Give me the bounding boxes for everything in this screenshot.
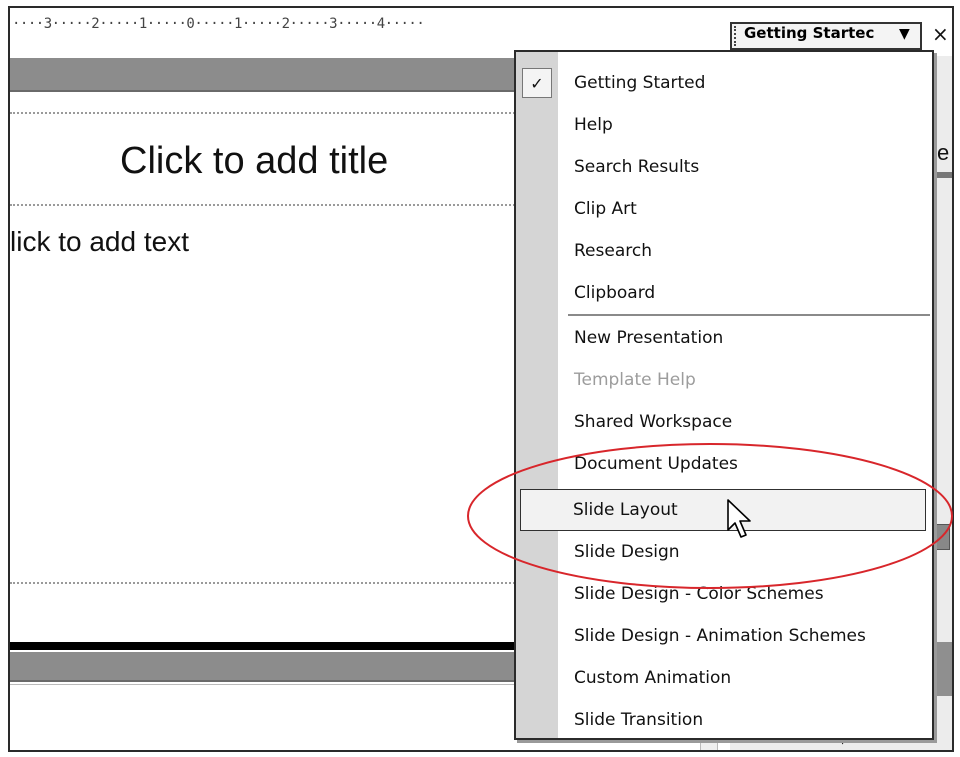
menu-item-label: Slide Layout — [573, 500, 678, 520]
title-placeholder-text: Click to add title — [120, 140, 389, 182]
menu-item-research[interactable]: Research — [516, 230, 932, 272]
menu-item-label: Research — [574, 241, 652, 261]
slide-bottom-edge — [10, 642, 518, 650]
close-icon[interactable]: × — [932, 22, 949, 46]
menu-item-shared-workspace[interactable]: Shared Workspace — [516, 401, 932, 443]
notes-pane[interactable] — [10, 684, 518, 750]
menu-item-label: Custom Animation — [574, 668, 732, 688]
app-window: ····3·····2·····1·····0·····1·····2·····… — [8, 6, 954, 752]
menu-item-label: Document Updates — [574, 454, 738, 474]
notes-pane-bar — [10, 652, 518, 682]
menu-item-label: Slide Design - Color Schemes — [574, 584, 824, 604]
chevron-down-icon[interactable]: ▼ — [899, 26, 910, 42]
menu-item-label: Clip Art — [574, 199, 637, 219]
menu-item-slide-design-color-schemes[interactable]: Slide Design - Color Schemes — [516, 573, 932, 615]
menu-item-label: Search Results — [574, 157, 700, 177]
menu-item-clip-art[interactable]: Clip Art — [516, 188, 932, 230]
horizontal-ruler: ····3·····2·····1·····0·····1·····2·····… — [10, 8, 650, 48]
menu-item-slide-layout[interactable]: Slide Layout — [520, 489, 926, 531]
task-pane-title[interactable]: Getting Startec — [744, 24, 894, 42]
menu-item-help[interactable]: Help — [516, 104, 932, 146]
menu-item-label: Shared Workspace — [574, 412, 733, 432]
body-placeholder-border — [10, 582, 518, 584]
task-pane-go-button[interactable] — [932, 524, 950, 550]
task-pane-dropdown-menu: ✓ Getting Started Help Search Results Cl… — [514, 50, 934, 740]
menu-item-label: Getting Started — [574, 73, 706, 93]
menu-item-label: Help — [574, 115, 613, 135]
body-placeholder-text[interactable]: lick to add text — [10, 226, 189, 258]
menu-item-label: Slide Design - Animation Schemes — [574, 626, 866, 646]
menu-item-label: Slide Transition — [574, 710, 704, 730]
menu-item-label: Template Help — [574, 370, 696, 390]
title-placeholder[interactable]: Click to add title — [10, 112, 518, 206]
menu-item-label: New Presentation — [574, 328, 724, 348]
menu-item-new-presentation[interactable]: New Presentation — [516, 317, 932, 359]
slide-pane-top-bar — [10, 58, 518, 92]
menu-item-slide-transition[interactable]: Slide Transition — [516, 699, 932, 741]
slide-canvas: Click to add title lick to add text — [10, 94, 518, 642]
menu-item-document-updates[interactable]: Document Updates — [516, 443, 932, 485]
menu-item-label: Clipboard — [574, 283, 656, 303]
menu-item-slide-design[interactable]: Slide Design — [516, 531, 932, 573]
grip-icon[interactable] — [734, 26, 738, 46]
menu-item-search-results[interactable]: Search Results — [516, 146, 932, 188]
menu-item-label: Slide Design — [574, 542, 680, 562]
check-icon: ✓ — [522, 68, 552, 98]
menu-item-getting-started[interactable]: ✓ Getting Started — [516, 62, 932, 104]
menu-separator — [568, 314, 930, 316]
menu-item-clipboard[interactable]: Clipboard — [516, 272, 932, 314]
menu-item-custom-animation[interactable]: Custom Animation — [516, 657, 932, 699]
ruler-ticks: ····3·····2·····1·····0·····1·····2·····… — [12, 16, 425, 32]
menu-item-template-help: Template Help — [516, 359, 932, 401]
menu-item-slide-design-animation-schemes[interactable]: Slide Design - Animation Schemes — [516, 615, 932, 657]
